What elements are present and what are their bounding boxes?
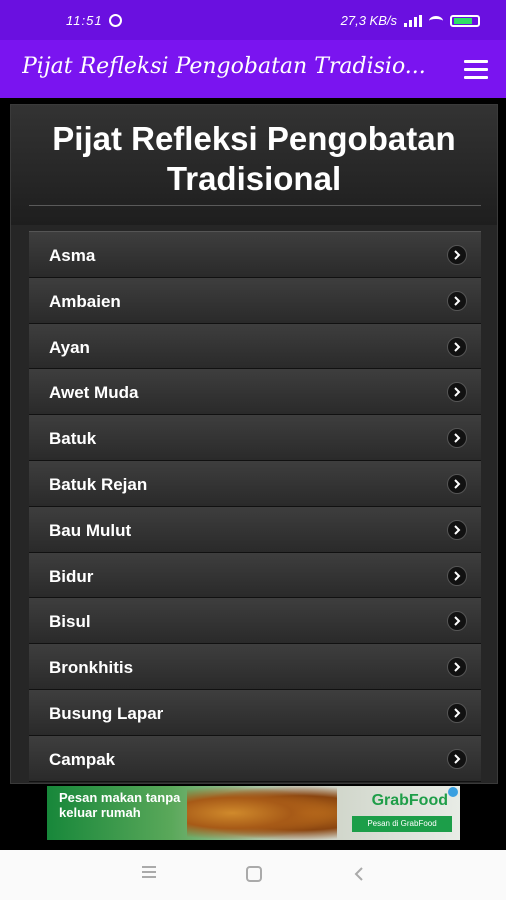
chevron-right-icon [447,473,467,494]
status-time: 11:51 [66,13,122,28]
list-item-label: Asma [49,246,96,265]
list-item[interactable]: Busung Lapar [29,689,481,736]
list-item-label: Bau Mulut [49,520,132,540]
ad-info-icon[interactable] [448,787,458,797]
wifi-icon [429,15,443,26]
list-item-label: Bronkhitis [49,658,134,678]
back-icon[interactable] [352,866,368,882]
chevron-right-icon [447,565,467,586]
signal-icon [404,14,422,27]
ailment-list: Asma Ambaien Ayan Awet Muda Batuk Batuk … [29,231,481,785]
system-nav-bar [0,850,506,900]
chevron-right-icon [447,748,467,769]
page-header: Pijat Refleksi Pengobatan Tradisional [11,105,497,225]
ad-cta-button[interactable]: Pesan di GrabFood [352,816,452,832]
list-item[interactable]: Awet Muda [29,369,481,416]
list-item[interactable]: Bronkhitis [29,644,481,690]
battery-icon [450,14,480,27]
list-item[interactable]: Ambaien [29,277,481,324]
app-bar: Pijat Refleksi Pengobatan Tradisio... [0,40,506,98]
ad-text: Pesan makan tanpa keluar rumah [59,790,181,820]
chevron-right-icon [447,382,467,403]
list-item-label: Busung Lapar [49,703,164,723]
list-item-label: Awet Muda [49,383,139,403]
list-item-label: Bisul [49,612,91,632]
chevron-right-icon [447,290,467,311]
list-item[interactable]: Campak [29,735,481,782]
hamburger-menu-icon[interactable] [464,60,488,79]
network-speed: 27,3 KB/s [340,13,397,28]
notification-icon [108,14,122,27]
list-item[interactable]: Ayan [29,323,481,370]
chevron-right-icon [447,611,467,632]
page-title: Pijat Refleksi Pengobatan Tradisional [52,120,456,197]
recent-apps-icon[interactable] [142,866,156,878]
header-divider [29,205,481,206]
list-item[interactable]: Asma [29,232,481,278]
chevron-right-icon [447,428,467,449]
chevron-right-icon [447,336,467,357]
food-image [187,786,337,840]
list-item[interactable]: Bisul [29,598,481,645]
list-item-label: Ayan [49,337,90,357]
list-item-label: Batuk [49,429,97,449]
list-item-label: Campak [49,749,116,769]
status-icons: 27,3 KB/s [341,13,480,28]
list-item[interactable]: Batuk [29,415,481,461]
list-item[interactable]: Bidur [29,552,481,599]
home-icon[interactable] [246,866,262,882]
chevron-right-icon [447,519,467,540]
chevron-right-icon [447,657,467,678]
content-panel: Pijat Refleksi Pengobatan Tradisional As… [10,104,498,784]
list-item-label: Batuk Rejan [49,474,148,494]
app-title: Pijat Refleksi Pengobatan Tradisio... [22,54,426,79]
status-clock: 11:51 [66,13,103,28]
list-item[interactable]: Batuk Rejan [29,460,481,507]
list-item-label: Ambaien [49,291,121,311]
ad-banner[interactable]: Pesan makan tanpa keluar rumah GrabFood … [47,786,460,840]
chevron-right-icon [447,245,467,265]
list-item[interactable]: Bau Mulut [29,506,481,553]
chevron-right-icon [447,702,467,723]
status-bar: 11:51 27,3 KB/s [0,0,506,40]
ad-brand: GrabFood [371,792,448,809]
list-item-label: Bidur [49,566,94,586]
